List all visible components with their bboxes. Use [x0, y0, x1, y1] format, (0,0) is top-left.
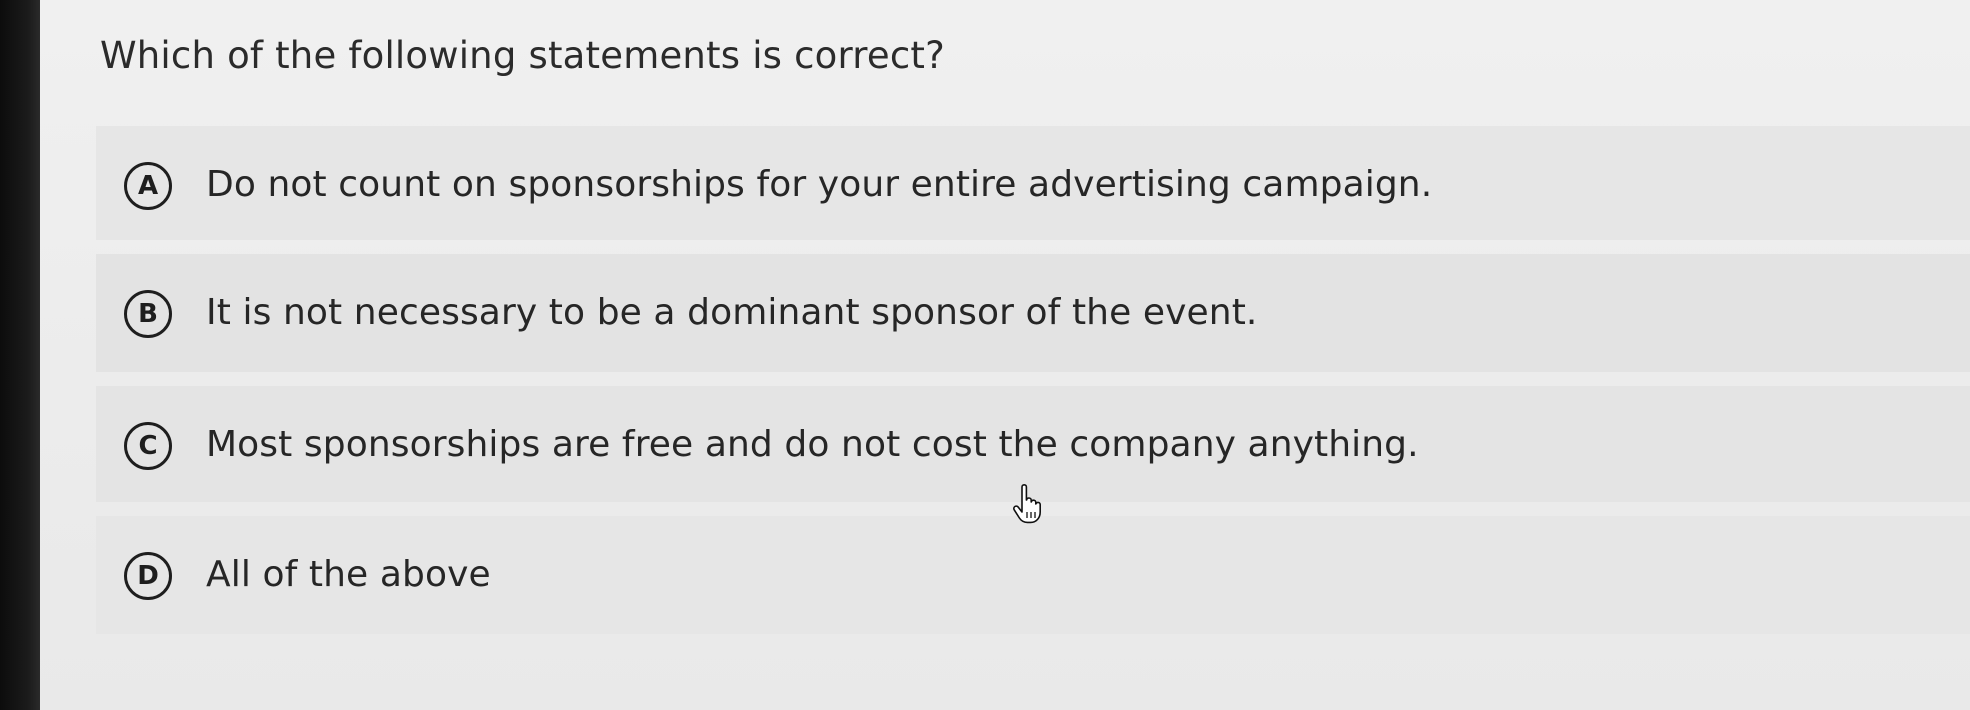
hand-pointer-icon: [1013, 484, 1041, 524]
question-text: Which of the following statements is cor…: [100, 34, 945, 77]
option-text: Most sponsorships are free and do not co…: [206, 424, 1419, 465]
option-text: All of the above: [206, 554, 491, 595]
option-letter-badge: B: [124, 290, 172, 338]
answer-options: A Do not count on sponsorships for your …: [96, 126, 1970, 648]
option-a[interactable]: A Do not count on sponsorships for your …: [96, 126, 1970, 240]
option-letter-badge: D: [124, 552, 172, 600]
screen-bezel: [0, 0, 40, 710]
option-letter-badge: C: [124, 422, 172, 470]
option-text: Do not count on sponsorships for your en…: [206, 164, 1433, 205]
option-d[interactable]: D All of the above: [96, 516, 1970, 634]
option-letter-badge: A: [124, 162, 172, 210]
quiz-screen: Which of the following statements is cor…: [40, 0, 1970, 710]
option-b[interactable]: B It is not necessary to be a dominant s…: [96, 254, 1970, 372]
option-text: It is not necessary to be a dominant spo…: [206, 292, 1258, 333]
